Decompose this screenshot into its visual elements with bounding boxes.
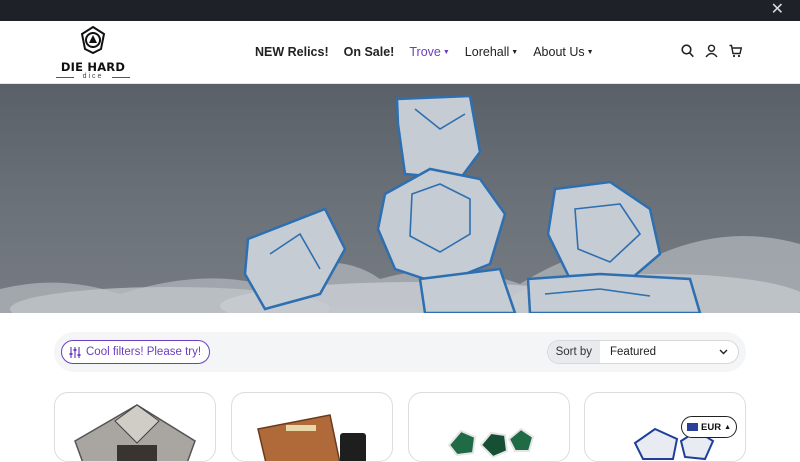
logo-subtitle: dice bbox=[56, 73, 130, 80]
chevron-down-icon bbox=[719, 349, 728, 355]
nav-trove[interactable]: Trove ▼ bbox=[409, 45, 449, 59]
site-header: DIE HARD dice NEW Relics! On Sale! Trove… bbox=[0, 21, 800, 84]
caret-down-icon: ▼ bbox=[442, 48, 450, 56]
nav-label: About Us bbox=[533, 45, 585, 59]
collection-toolbar: Cool filters! Please try! Sort by Featur… bbox=[54, 332, 746, 372]
filters-button[interactable]: Cool filters! Please try! bbox=[61, 340, 211, 364]
caret-up-icon: ▲ bbox=[724, 423, 731, 431]
logo-mark-icon bbox=[80, 25, 106, 55]
nav-label: Lorehall bbox=[464, 45, 510, 59]
nav-label: Trove bbox=[409, 45, 441, 59]
filters-label: Cool filters! Please try! bbox=[86, 346, 202, 358]
cart-icon[interactable] bbox=[729, 44, 743, 58]
product-card[interactable] bbox=[408, 392, 570, 462]
announcement-bar: ✕ bbox=[0, 0, 800, 21]
caret-down-icon: ▼ bbox=[511, 48, 519, 56]
close-icon[interactable]: ✕ bbox=[771, 2, 784, 18]
product-image bbox=[74, 404, 196, 461]
product-card[interactable] bbox=[54, 392, 216, 462]
hero-banner-image bbox=[0, 84, 800, 313]
nav-on-sale[interactable]: On Sale! bbox=[344, 45, 395, 59]
product-image bbox=[447, 427, 535, 459]
nav-new-relics[interactable]: NEW Relics! bbox=[255, 45, 329, 59]
site-logo[interactable]: DIE HARD dice bbox=[56, 25, 130, 81]
header-actions bbox=[681, 44, 743, 58]
currency-selector[interactable]: EUR ▲ bbox=[681, 416, 737, 438]
product-card[interactable] bbox=[231, 392, 393, 462]
eu-flag-icon bbox=[687, 423, 698, 431]
sort-label: Sort by bbox=[547, 341, 600, 363]
sort-select[interactable]: Featured bbox=[600, 341, 738, 363]
main-nav: NEW Relics! On Sale! Trove ▼ Lorehall ▼ Ab… bbox=[255, 45, 609, 59]
nav-label: NEW Relics! bbox=[255, 45, 329, 59]
account-icon[interactable] bbox=[705, 44, 718, 58]
currency-code: EUR bbox=[701, 421, 722, 433]
filter-sliders-icon bbox=[69, 346, 81, 358]
nav-lorehall[interactable]: Lorehall ▼ bbox=[465, 45, 518, 59]
product-image bbox=[257, 414, 366, 461]
sort-control: Sort by Featured bbox=[546, 340, 739, 364]
search-icon[interactable] bbox=[681, 44, 694, 58]
nav-about-us[interactable]: About Us ▼ bbox=[533, 45, 593, 59]
sort-selected-value: Featured bbox=[610, 346, 657, 358]
nav-label: On Sale! bbox=[343, 45, 395, 59]
logo-brand: DIE HARD bbox=[60, 60, 126, 74]
caret-down-icon: ▼ bbox=[586, 48, 594, 56]
